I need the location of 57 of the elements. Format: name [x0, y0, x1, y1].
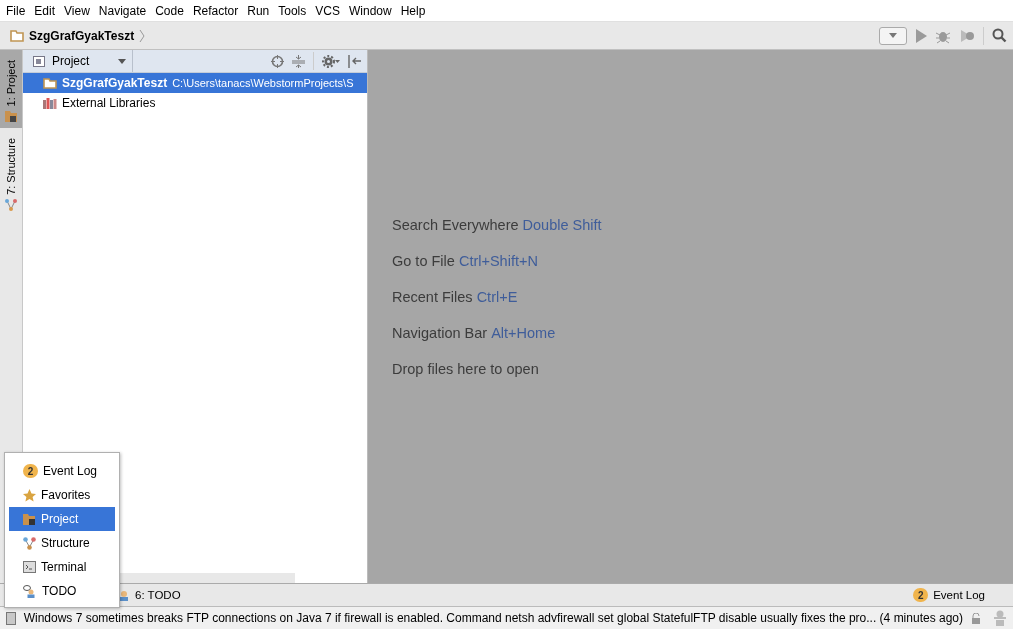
menu-item[interactable]: Edit: [30, 3, 60, 18]
menu-item[interactable]: Window: [344, 3, 396, 18]
run-icon[interactable]: [915, 28, 927, 43]
editor-hint: Navigation Bar Alt+Home: [392, 324, 557, 341]
menu-item[interactable]: Navigate: [94, 3, 151, 18]
side-tab[interactable]: 7: Structure: [0, 128, 22, 218]
structure-icon: [23, 536, 36, 550]
books-icon: [43, 97, 57, 109]
side-tab[interactable]: 1: Project: [0, 50, 22, 129]
settings-icon[interactable]: [322, 54, 340, 68]
tree-item[interactable]: External Libraries: [23, 93, 367, 113]
window-icon: [33, 55, 45, 67]
editor-hint: Recent Files Ctrl+E: [392, 288, 519, 305]
menu-item[interactable]: Project: [9, 507, 115, 531]
menu-item[interactable]: Refactor: [188, 3, 243, 18]
caret-icon: [118, 58, 126, 64]
lock-icon[interactable]: [971, 612, 981, 624]
star-icon: [23, 488, 36, 502]
folder-icon: [43, 77, 57, 89]
event-log-tab[interactable]: 2 Event Log: [913, 588, 985, 602]
caret-icon: [889, 33, 897, 38]
editor-hint: Search Everywhere Double Shift: [392, 216, 602, 233]
crosshair-icon[interactable]: [271, 54, 284, 68]
person-icon: [118, 589, 130, 601]
editor-hint: Drop files here to open: [392, 360, 540, 377]
hide-panel-icon[interactable]: [348, 54, 361, 68]
menu-item[interactable]: Structure: [9, 531, 115, 555]
coverage-icon[interactable]: [959, 27, 975, 44]
menu-item[interactable]: 2 Event Log: [9, 459, 115, 483]
folder-icon: [10, 29, 24, 42]
status-message[interactable]: Windows 7 sometimes breaks FTP connections on Java 7 if firewall is enabled. Command netsh advfirewall set global StatefulFTP disable usually fixes the pro... (4 minutes ago): [23, 611, 963, 625]
menu-item[interactable]: Code: [151, 3, 188, 18]
count-badge: 2: [913, 588, 929, 602]
menu-item[interactable]: View: [60, 3, 94, 18]
menu-item[interactable]: Help: [396, 3, 430, 18]
collapse-icon[interactable]: [292, 54, 305, 68]
folder-icon: [5, 110, 17, 123]
menu-item[interactable]: File: [2, 3, 30, 18]
structure-icon: [5, 199, 17, 212]
terminal-icon: [23, 561, 36, 573]
menu-item[interactable]: Run: [243, 3, 274, 18]
chevron-icon: [139, 28, 146, 43]
tree-item[interactable]: SzgGrafGyakTeszt C:\Users\tanacs\WebstormProjects\S: [23, 73, 367, 93]
count-badge: 2: [23, 464, 38, 478]
menu-item[interactable]: Terminal: [9, 555, 115, 579]
menu-item[interactable]: Favorites: [9, 483, 115, 507]
editor-hint: Go to File Ctrl+Shift+N: [392, 252, 539, 269]
menu-item[interactable]: Tools: [274, 3, 311, 18]
menu-item[interactable]: TODO: [9, 579, 115, 603]
breadcrumb[interactable]: SzgGrafGyakTeszt: [29, 28, 135, 43]
menu-item[interactable]: VCS: [311, 3, 344, 18]
todo-tab[interactable]: 6: TODO: [118, 589, 181, 601]
tool-windows-toggle[interactable]: [6, 611, 16, 625]
search-icon[interactable]: [992, 28, 1007, 43]
person-icon: [23, 584, 37, 598]
run-config-dropdown[interactable]: [879, 26, 907, 45]
folder-icon: [23, 513, 36, 525]
